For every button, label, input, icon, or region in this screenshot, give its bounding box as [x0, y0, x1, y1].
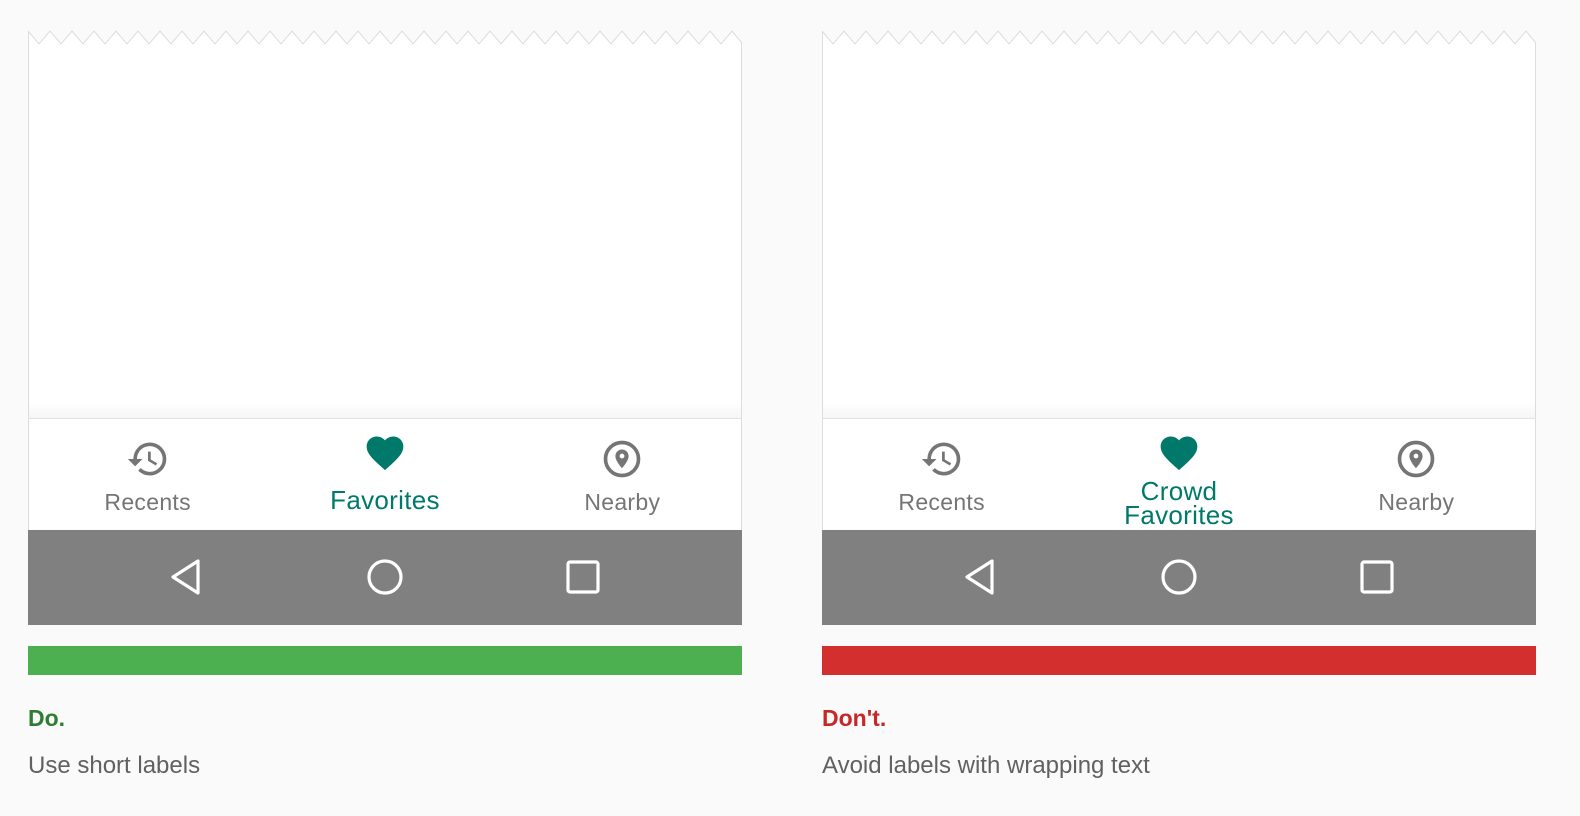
caption-title: Don't.	[822, 705, 887, 731]
caption-title: Do.	[28, 705, 66, 731]
home-icon[interactable]	[365, 557, 405, 597]
nav-item-recents[interactable]: Recents	[29, 419, 266, 531]
home-icon[interactable]	[1159, 557, 1199, 597]
bottom-navigation: Recents Favorites Nearby	[28, 418, 742, 531]
dont-example: Recents Crowd Favorites Nearby Don't. Av…	[822, 30, 1536, 779]
do-example: Recents Favorites Nearby Do. Use short l…	[28, 30, 742, 779]
bottom-navigation: Recents Crowd Favorites Nearby	[822, 418, 1536, 531]
caption-text: Avoid labels with wrapping text	[822, 752, 1150, 779]
nav-label-recents: Recents	[898, 489, 985, 515]
nav-item-nearby[interactable]: Nearby	[1298, 419, 1535, 531]
nav-item-crowd-favorites[interactable]: Crowd Favorites	[1060, 419, 1297, 531]
system-navigation-bar	[822, 530, 1536, 625]
place-icon	[600, 437, 644, 481]
app-screen	[28, 30, 742, 418]
place-icon	[1394, 437, 1438, 481]
back-icon[interactable]	[961, 557, 1001, 597]
nav-item-recents[interactable]: Recents	[823, 419, 1060, 531]
nav-label-recents: Recents	[104, 489, 191, 515]
nav-label-crowd-favorites: Crowd Favorites	[1124, 476, 1234, 530]
phone-mockup: Recents Favorites Nearby	[28, 30, 742, 625]
nav-item-favorites[interactable]: Favorites	[266, 419, 503, 531]
back-icon[interactable]	[167, 557, 207, 597]
history-icon	[920, 437, 964, 481]
app-screen	[822, 30, 1536, 418]
nav-label-favorites: Favorites	[330, 485, 440, 515]
heart-icon	[1157, 436, 1201, 481]
phone-mockup: Recents Crowd Favorites Nearby	[822, 30, 1536, 625]
dont-indicator-bar	[822, 646, 1536, 675]
history-icon	[126, 437, 170, 481]
nav-item-nearby[interactable]: Nearby	[504, 419, 741, 531]
heart-icon	[363, 436, 407, 481]
do-indicator-bar	[28, 646, 742, 675]
nav-label-nearby: Nearby	[584, 489, 661, 515]
recent-apps-icon[interactable]	[563, 557, 603, 597]
torn-edge	[822, 30, 1536, 45]
caption-text: Use short labels	[28, 752, 201, 779]
system-navigation-bar	[28, 530, 742, 625]
nav-label-nearby: Nearby	[1378, 489, 1455, 515]
recent-apps-icon[interactable]	[1357, 557, 1397, 597]
torn-edge	[28, 30, 742, 45]
